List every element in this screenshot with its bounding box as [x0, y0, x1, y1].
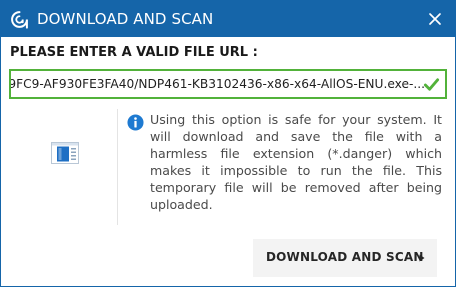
dialog-title: DOWNLOAD AND SCAN — [37, 10, 214, 28]
info-message: Using this option is safe for your syste… — [150, 112, 442, 213]
download-and-scan-button[interactable]: DOWNLOAD AND SCAN — [253, 239, 437, 277]
dialog-titlebar: DOWNLOAD AND SCAN — [1, 1, 455, 37]
chevron-right-icon — [419, 254, 425, 262]
close-icon[interactable] — [427, 11, 443, 27]
download-and-scan-dialog: DOWNLOAD AND SCAN PLEASE ENTER A VALID F… — [0, 0, 456, 287]
info-icon — [127, 114, 144, 131]
document-icon — [51, 142, 79, 164]
opswat-logo-icon — [11, 11, 28, 29]
url-field-label: PLEASE ENTER A VALID FILE URL : — [10, 45, 258, 60]
checkmark-icon — [423, 78, 440, 91]
info-panel: Using this option is safe for your syste… — [117, 109, 448, 225]
url-field — [9, 69, 447, 99]
url-input[interactable] — [11, 71, 425, 97]
download-and-scan-label: DOWNLOAD AND SCAN — [266, 250, 424, 264]
